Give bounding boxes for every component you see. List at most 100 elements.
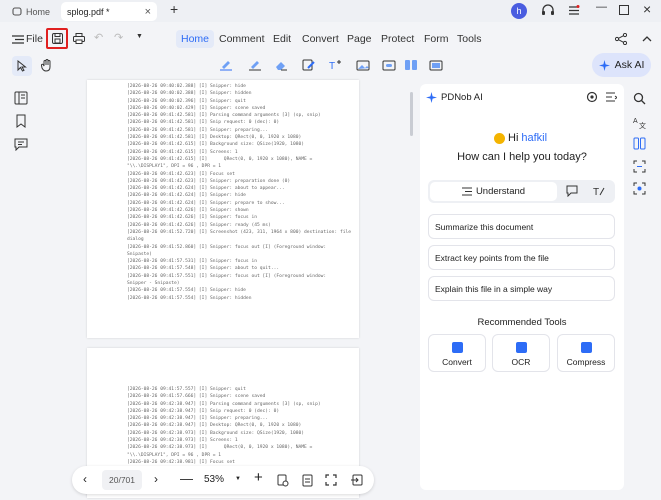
undo-icon[interactable]: ↶ [94, 31, 103, 44]
zoom-out-icon[interactable]: — [180, 471, 193, 486]
compare-icon[interactable] [429, 59, 443, 71]
greeting-question: How can I help you today? [457, 151, 587, 163]
new-tab-icon[interactable]: + [170, 1, 178, 17]
ai-assistant-panel: PDNob AI Hi hafkil How can I help you to… [420, 84, 624, 490]
zoom-dropdown-icon[interactable]: ▼ [235, 476, 241, 482]
page-text: [2026-08-26 09:41:57.557] [I] Snipper: q… [127, 386, 321, 466]
tool-bar: T Ask AI [0, 53, 661, 79]
add-text-icon[interactable]: T [328, 59, 342, 71]
share-icon[interactable] [615, 33, 627, 45]
menu-edit[interactable]: Edit [268, 30, 296, 48]
print-icon[interactable] [73, 33, 85, 44]
translate-icon[interactable]: A文 [633, 116, 646, 129]
ai-settings-icon[interactable] [586, 91, 598, 103]
menu-page[interactable]: Page [342, 30, 377, 48]
ai-logo-icon [426, 92, 437, 103]
suggestion-explain[interactable]: Explain this file in a simple way [428, 276, 615, 301]
eraser-icon[interactable] [274, 59, 288, 71]
highlight-icon[interactable] [219, 59, 233, 71]
maximize-icon[interactable] [619, 5, 629, 15]
log-line: "\\.\DISPLAY1", DPI = 96 , DPR = 1 [127, 452, 222, 458]
title-bar: Home splog.pdf * × + h — × [0, 0, 661, 22]
understand-icon [461, 187, 472, 196]
fullscreen-icon[interactable] [325, 474, 337, 486]
svg-text:T: T [329, 61, 335, 71]
previous-page-icon[interactable]: ‹ [83, 472, 87, 486]
minimize-icon[interactable]: — [596, 1, 607, 13]
log-line: [2026-08-26 09:41:42.581] [I] Parsing co… [127, 113, 321, 119]
ai-mode-bar: Understand T [428, 180, 615, 203]
file-menu[interactable]: File [21, 30, 48, 48]
greeting-username: hafkil [521, 132, 548, 144]
log-line: [2026-08-26 09:41:57.554] [I] Snipper: h… [127, 288, 246, 294]
menu-comment[interactable]: Comment [214, 30, 270, 48]
collapse-ribbon-icon[interactable] [642, 35, 652, 42]
ai-history-icon[interactable] [606, 92, 617, 102]
menu-home[interactable]: Home [176, 30, 215, 48]
redo-icon[interactable]: ↷ [114, 31, 123, 44]
menu-convert[interactable]: Convert [297, 30, 344, 48]
compare-panel-icon[interactable] [633, 137, 646, 150]
menu-tools[interactable]: Tools [452, 30, 487, 48]
menu-protect[interactable]: Protect [376, 30, 419, 48]
greeting-prefix: Hi [508, 132, 519, 144]
page-layout-icon[interactable] [404, 59, 418, 71]
search-icon[interactable] [633, 92, 646, 105]
quick-access-dropdown-icon[interactable]: ▼ [136, 33, 143, 40]
zoom-level[interactable]: 53% [204, 474, 224, 485]
ask-ai-button[interactable]: Ask AI [592, 53, 651, 77]
greeting: Hi hafkil [494, 132, 547, 144]
tool-convert[interactable]: Convert [428, 334, 486, 372]
chat-mode-icon[interactable] [566, 185, 578, 197]
image-icon[interactable] [356, 59, 370, 71]
tab-document[interactable]: splog.pdf * × [61, 2, 157, 21]
log-line: [2026-08-26 09:41:42.624] [I] Snipper: h… [127, 193, 246, 199]
log-line: Snipper - Snipaste) [127, 281, 180, 287]
tab-home[interactable]: Home [6, 2, 56, 21]
log-line: [2026-08-26 09:41:57.666] [I] Snipper: s… [127, 394, 266, 400]
log-line: [2026-08-26 09:42:38.973] [I] Background… [127, 430, 305, 436]
home-icon [12, 7, 22, 16]
save-button[interactable] [46, 28, 68, 49]
suggestion-extract[interactable]: Extract key points from the file [428, 245, 615, 270]
close-tab-icon[interactable]: × [145, 6, 151, 18]
page-text: [2026-08-26 09:40:02.388] [I] Snipper: h… [127, 83, 351, 302]
edit-text-icon[interactable] [302, 59, 316, 71]
avatar[interactable]: h [511, 3, 527, 19]
suggestion-summarize[interactable]: Summarize this document [428, 214, 615, 239]
comment-panel-icon[interactable] [14, 137, 28, 151]
fit-width-icon[interactable] [302, 474, 314, 487]
underline-icon[interactable] [248, 59, 262, 71]
log-line: [2026-08-26 09:41:57.531] [I] Snipper: f… [127, 259, 257, 265]
exit-reader-icon[interactable] [351, 474, 363, 486]
suggestion-label: Extract key points from the file [435, 252, 549, 263]
write-mode-icon[interactable]: T [593, 185, 605, 197]
log-line: [2026-08-26 09:41:42.615] [I] Background… [127, 142, 305, 148]
understand-mode-button[interactable]: Understand [430, 182, 557, 201]
ai-panel-title: PDNob AI [441, 92, 483, 103]
page-number-input[interactable]: 20/701 [102, 470, 142, 490]
close-window-icon[interactable]: × [643, 1, 651, 17]
select-tool-button[interactable] [12, 56, 32, 76]
log-line: [2026-08-26 09:41:42.581] [I] Desktop: Q… [127, 135, 302, 141]
headset-icon[interactable] [541, 4, 555, 17]
next-page-icon[interactable]: › [154, 472, 158, 486]
hand-tool-icon[interactable] [41, 59, 53, 72]
bookmark-icon[interactable] [14, 114, 28, 128]
tool-label: Convert [442, 357, 472, 367]
thumbnails-icon[interactable] [14, 91, 28, 105]
tool-compress[interactable]: Compress [557, 334, 615, 372]
ocr-panel-icon[interactable] [633, 160, 646, 173]
menu-form[interactable]: Form [419, 30, 454, 48]
svg-text:A: A [633, 118, 638, 125]
fit-page-icon[interactable] [277, 474, 289, 487]
log-line: [2026-08-26 09:41:42.626] [I] Snipper: f… [127, 215, 257, 221]
hamburger-menu-icon[interactable] [568, 5, 580, 16]
screenshot-icon[interactable] [633, 182, 646, 195]
link-icon[interactable] [382, 59, 396, 71]
tool-ocr[interactable]: OCR [492, 334, 550, 372]
understand-label: Understand [475, 186, 526, 197]
zoom-in-icon[interactable]: + [254, 469, 263, 486]
log-line: [2026-08-26 09:41:42.624] [I] Snipper: p… [127, 200, 285, 206]
vertical-scrollbar[interactable] [410, 92, 413, 136]
